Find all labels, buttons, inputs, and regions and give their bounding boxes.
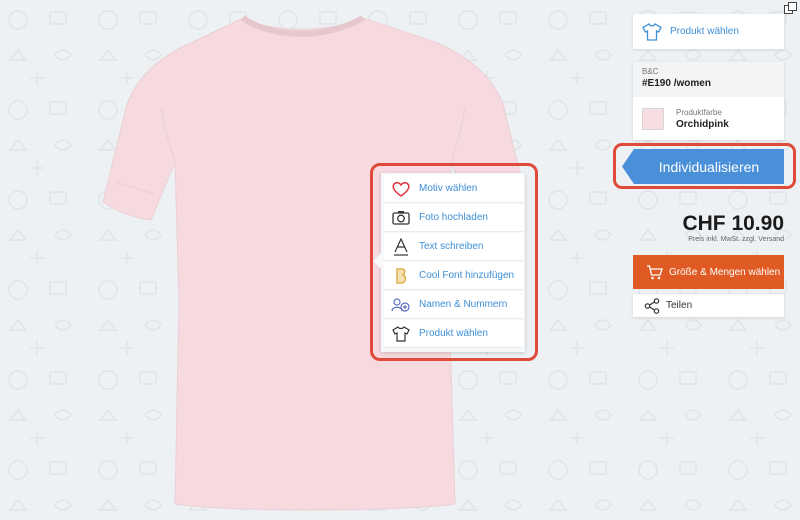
- product-info-card: B&C #E190 /women Produktfarbe Orchidpink: [633, 62, 784, 140]
- share-button[interactable]: Teilen: [633, 294, 784, 317]
- names-numbers-icon: [388, 295, 414, 315]
- menu-item-label: Cool Font hinzufügen: [419, 270, 515, 281]
- product-select-button[interactable]: Produkt wählen: [633, 14, 784, 49]
- menu-item-label: Produkt wählen: [419, 328, 488, 339]
- menu-item-foto[interactable]: Foto hochladen: [384, 204, 523, 232]
- menu-item-cool-font[interactable]: Cool Font hinzufügen: [384, 262, 523, 290]
- window-toggle-icon[interactable]: [784, 2, 797, 14]
- menu-item-produkt[interactable]: Produkt wählen: [384, 320, 523, 348]
- price-note: Preis inkl. MwSt. zzgl. Versand: [688, 236, 784, 243]
- menu-item-label: Motiv wählen: [419, 183, 478, 194]
- cool-font-icon: [388, 266, 414, 286]
- menu-item-motiv[interactable]: Motiv wählen: [384, 175, 523, 203]
- cart-icon: [646, 264, 663, 280]
- popup-arrow: [373, 252, 382, 270]
- order-button[interactable]: Größe & Mengen wählen: [633, 255, 784, 289]
- text-a-icon: [388, 237, 414, 257]
- price: CHF 10.90: [682, 212, 784, 235]
- color-caption: Produktfarbe: [676, 107, 722, 117]
- tshirt-icon: [388, 324, 414, 344]
- menu-item-label: Namen & Nummern: [419, 299, 508, 310]
- menu-item-label: Text schreiben: [419, 241, 484, 252]
- menu-item-namen-nummern[interactable]: Namen & Nummern: [384, 291, 523, 319]
- customize-button-label: Individualisieren: [658, 158, 760, 175]
- color-swatch[interactable]: [642, 107, 664, 130]
- menu-item-label: Foto hochladen: [419, 212, 488, 223]
- product-model: #E190 /women: [642, 78, 711, 89]
- customize-button[interactable]: Individualisieren: [622, 149, 784, 184]
- product-select-label: Produkt wählen: [670, 26, 739, 37]
- order-button-label: Größe & Mengen wählen: [669, 266, 781, 278]
- share-icon: [644, 297, 660, 314]
- product-color-row[interactable]: Produktfarbe Orchidpink: [633, 97, 784, 140]
- tshirt-icon: [642, 22, 662, 41]
- share-label: Teilen: [666, 300, 693, 311]
- heart-icon: [388, 179, 414, 199]
- menu-item-text[interactable]: Text schreiben: [384, 233, 523, 261]
- product-brand: B&C: [642, 67, 659, 76]
- color-name: Orchidpink: [676, 118, 729, 130]
- camera-icon: [388, 208, 414, 228]
